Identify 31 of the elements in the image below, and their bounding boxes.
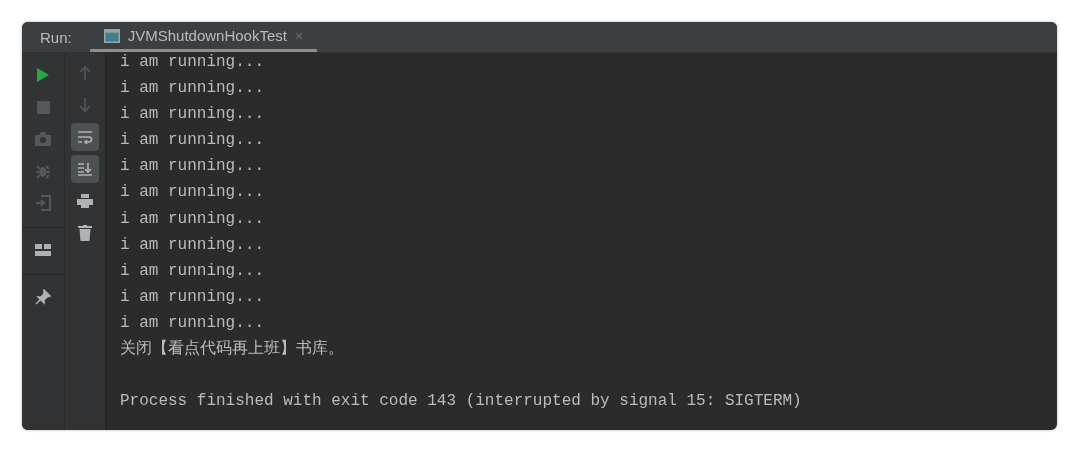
stop-icon <box>36 100 50 114</box>
console-line: i am running... <box>120 156 265 178</box>
printer-icon <box>77 193 93 209</box>
console-line: i am running... <box>120 312 265 334</box>
run-label: Run: <box>39 27 73 48</box>
console-line: i am running... <box>120 182 265 204</box>
console-line: i am running... <box>120 130 265 152</box>
console-line: i am running... <box>120 234 265 256</box>
camera-icon <box>35 132 51 146</box>
console-icon <box>103 28 120 43</box>
arrow-up-icon <box>78 65 92 81</box>
layout-icon <box>35 244 51 256</box>
scroll-end-button[interactable] <box>71 155 99 183</box>
arrow-down-icon <box>78 97 92 113</box>
trash-icon <box>78 225 92 241</box>
console-line: i am running... <box>120 286 265 308</box>
console-line: i am running... <box>120 78 265 100</box>
console-line: i am running... <box>120 208 265 230</box>
wrap-button[interactable] <box>71 123 99 151</box>
login-icon <box>35 195 51 211</box>
pin-icon <box>35 289 51 305</box>
run-tab[interactable]: JVMShutdownHookTest × <box>89 22 318 52</box>
process-exit-message: Process finished with exit code 143 (interrupted by signal 15: SIGTERM) <box>120 391 802 413</box>
console-line: i am running... <box>120 104 265 126</box>
soft-wrap-icon <box>77 130 93 144</box>
console-line: 关闭【看点代码再上班】书库。 <box>120 338 344 361</box>
scroll-to-end-icon <box>77 162 93 176</box>
play-icon <box>36 67 50 83</box>
bug-icon <box>35 163 51 179</box>
console-line: i am running... <box>120 52 265 73</box>
console-line: i am running... <box>120 260 265 282</box>
